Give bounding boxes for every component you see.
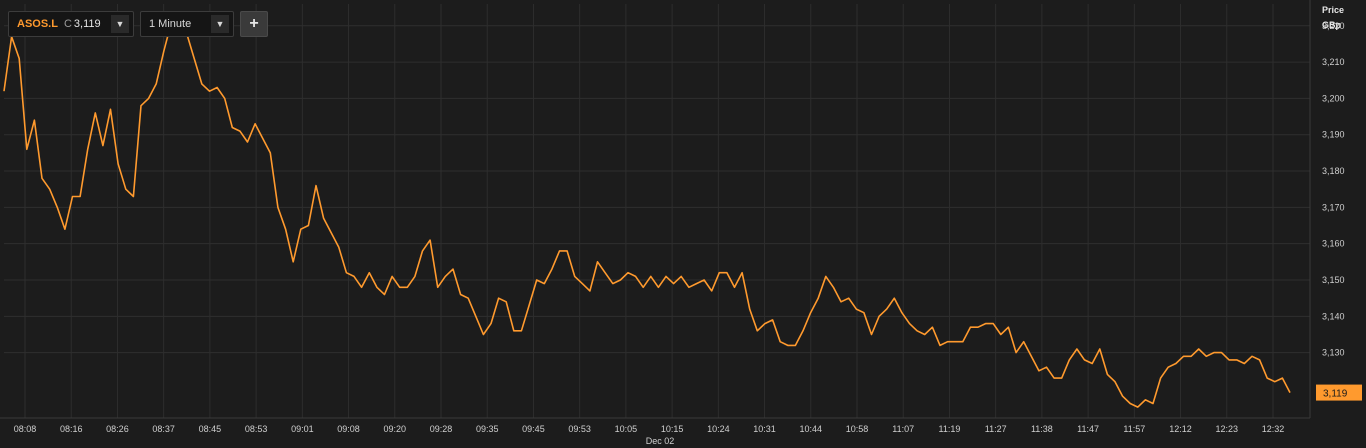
x-tick-label: 10:31: [753, 424, 776, 434]
x-tick-label: 12:12: [1169, 424, 1192, 434]
last-price-tag: 3,119: [1316, 384, 1362, 401]
x-tick-label: 08:16: [60, 424, 83, 434]
y-tick-label: 3,160: [1322, 239, 1345, 249]
price-chart[interactable]: 08:08 08:16 08:26 08:37 08:45 08:53 09:01 09:08…: [0, 0, 1366, 448]
x-tick-label: 12:23: [1216, 424, 1239, 434]
x-tick-label: 09:08: [337, 424, 360, 434]
add-study-button[interactable]: +: [240, 11, 268, 37]
chevron-down-icon[interactable]: ▼: [211, 15, 229, 33]
y-tick-label: 3,150: [1322, 275, 1345, 285]
close-value: 3,119: [73, 18, 101, 30]
x-tick-label: 12:32: [1262, 424, 1285, 434]
x-tick-label: 11:07: [892, 424, 914, 434]
x-tick-label: 08:45: [199, 424, 222, 434]
y-tick-label: 3,200: [1322, 93, 1345, 103]
interval-label: 1 Minute: [149, 18, 192, 30]
x-tick-label: 09:28: [430, 424, 453, 434]
x-tick-label: 11:47: [1077, 424, 1099, 434]
x-tick-label: 09:35: [476, 424, 499, 434]
interval-selector[interactable]: 1 Minute ▼: [140, 11, 234, 37]
x-tick-label: 11:19: [939, 424, 961, 434]
x-tick-label: 10:58: [846, 424, 869, 434]
x-axis-date-label: Dec 02: [646, 436, 675, 446]
y-tick-label: 3,130: [1322, 348, 1345, 358]
x-tick-label: 11:27: [985, 424, 1007, 434]
y-axis: 3,130 3,140 3,150 3,160 3,170 3,180 3,190 3,200…: [1322, 21, 1345, 358]
x-tick-label: 09:01: [291, 424, 314, 434]
x-tick-label: 08:37: [152, 424, 175, 434]
x-tick-label: 11:57: [1123, 424, 1145, 434]
y-axis-unit: GBp: [1322, 20, 1342, 30]
chart-grid: [0, 0, 1311, 419]
x-tick-label: 09:20: [384, 424, 407, 434]
symbol-selector[interactable]: ASOS.L C 3,119 ▼: [8, 11, 134, 37]
x-tick-label: 10:05: [615, 424, 638, 434]
chart-toolbar: ASOS.L C 3,119 ▼ 1 Minute ▼ +: [8, 11, 268, 37]
y-tick-label: 3,170: [1322, 202, 1345, 212]
x-tick-label: 11:38: [1031, 424, 1053, 434]
plot-area: [4, 4, 1310, 418]
x-tick-label: 08:26: [106, 424, 129, 434]
y-tick-label: 3,190: [1322, 130, 1345, 140]
y-axis-title: Price: [1322, 5, 1344, 15]
x-tick-label: 09:53: [568, 424, 591, 434]
x-tick-label: 08:53: [245, 424, 268, 434]
x-tick-label: 10:44: [800, 424, 823, 434]
chevron-down-icon[interactable]: ▼: [111, 15, 129, 33]
y-tick-label: 3,180: [1322, 166, 1345, 176]
y-tick-label: 3,140: [1322, 311, 1345, 321]
x-tick-label: 10:15: [661, 424, 684, 434]
y-tick-label: 3,210: [1322, 57, 1345, 67]
last-price-tag-label: 3,119: [1323, 389, 1348, 400]
x-tick-label: 10:24: [707, 424, 730, 434]
close-label: C: [63, 18, 72, 30]
x-tick-label: 08:08: [14, 424, 37, 434]
x-axis: 08:08 08:16 08:26 08:37 08:45 08:53 09:01 09:08…: [14, 424, 1285, 434]
symbol-label: ASOS.L: [17, 18, 58, 30]
x-tick-label: 09:45: [522, 424, 545, 434]
